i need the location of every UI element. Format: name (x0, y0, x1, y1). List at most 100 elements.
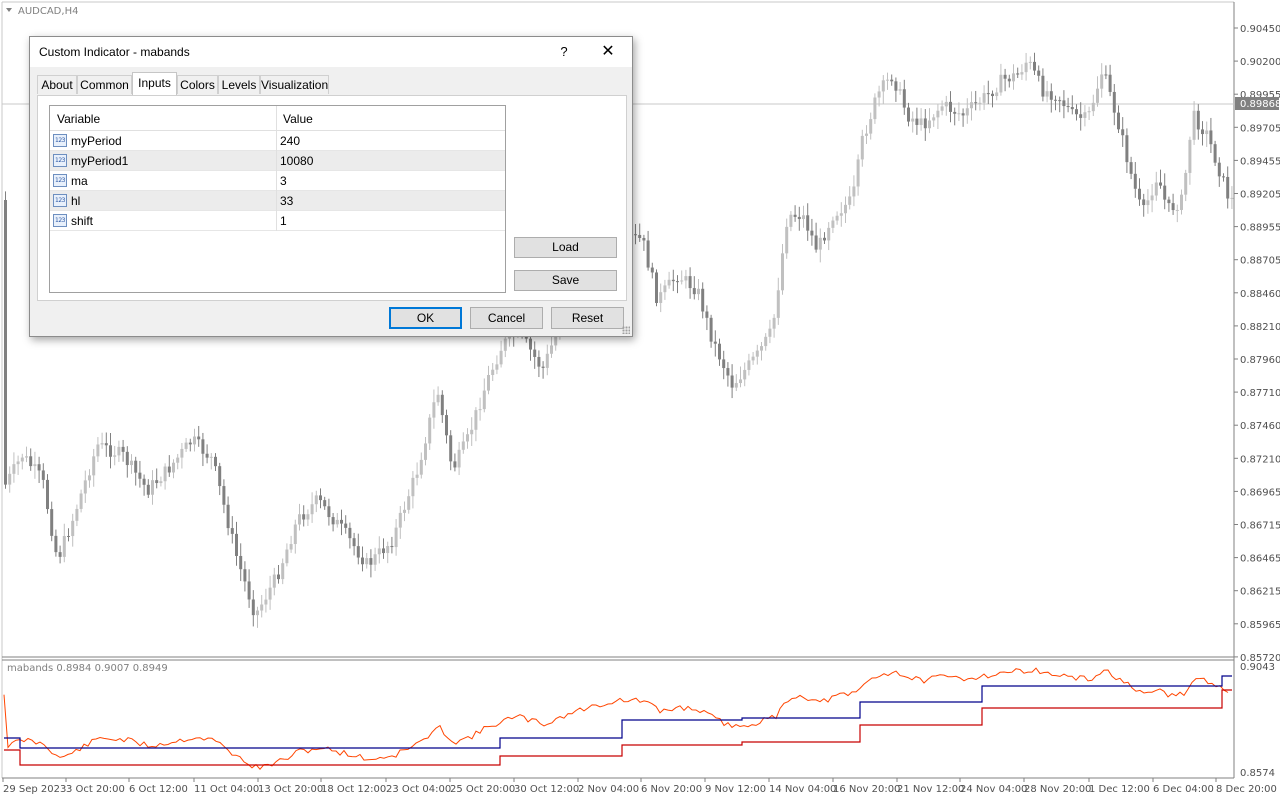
candle-body (298, 514, 301, 525)
candle-body (1020, 72, 1024, 75)
candle-body (688, 276, 692, 289)
input-row-shift[interactable]: 123 shift 1 (50, 211, 505, 231)
candle-body (1184, 172, 1188, 195)
candle-body (67, 535, 70, 537)
candle-body (965, 108, 969, 116)
resize-grip-icon[interactable] (622, 326, 630, 334)
candle-body (751, 356, 755, 361)
price-tick-label: 0.87960 (1240, 355, 1280, 366)
tab-inputs[interactable]: Inputs (132, 72, 177, 96)
candle-body (356, 546, 360, 558)
candle-body (659, 292, 663, 303)
tab-levels[interactable]: Levels (218, 75, 260, 94)
candle-body (172, 462, 175, 473)
candle-body (1024, 62, 1028, 73)
input-row-hl[interactable]: 123 hl 33 (50, 191, 505, 211)
candle-body (344, 523, 348, 528)
cancel-button[interactable]: Cancel (470, 307, 543, 329)
chart-menu-triangle-icon[interactable] (6, 8, 12, 12)
candle-body (100, 443, 104, 445)
candle-body (260, 604, 264, 611)
column-divider[interactable] (276, 106, 277, 130)
candle-body (1112, 91, 1116, 113)
candle-body (323, 500, 327, 507)
candle-body (529, 338, 532, 350)
price-tick-label: 0.88705 (1240, 256, 1280, 267)
indicator-bottom-tick: 0.8574 (1240, 768, 1275, 779)
indicator-lower-band (4, 689, 1232, 766)
candle-body (663, 285, 667, 293)
reset-button[interactable]: Reset (551, 307, 624, 329)
candle-body (789, 214, 793, 227)
inputs-grid[interactable]: Variable Value 123 myPeriod 240 123 myPe… (49, 105, 506, 293)
candle-body (839, 213, 843, 216)
column-value[interactable]: Value (283, 112, 313, 126)
candle-body (1117, 112, 1120, 130)
tab-common[interactable]: Common (77, 75, 132, 94)
variable-name: ma (71, 174, 88, 188)
time-tick-label: 6 Oct 12:00 (129, 784, 188, 795)
candle-body (541, 366, 545, 368)
value-cell[interactable]: 10080 (280, 154, 313, 168)
candle-body (218, 466, 222, 487)
candle-body (894, 81, 898, 91)
candle-body (50, 509, 54, 536)
save-button[interactable]: Save (514, 270, 617, 291)
price-tick-label: 0.87710 (1240, 388, 1280, 399)
value-cell[interactable]: 240 (280, 134, 300, 148)
dialog-titlebar[interactable]: Custom Indicator - mabands ? ✕ (30, 37, 632, 67)
candle-body (310, 504, 314, 515)
value-cell[interactable]: 33 (280, 194, 293, 208)
value-cell[interactable]: 1 (280, 214, 287, 228)
candle-body (1217, 162, 1221, 177)
time-tick-label: 3 Oct 20:00 (66, 784, 125, 795)
candle-body (281, 563, 285, 580)
candle-body (709, 317, 713, 342)
candle-body (331, 517, 335, 525)
candle-body (949, 101, 952, 112)
candle-body (1175, 209, 1179, 211)
candle-body (768, 328, 772, 337)
time-tick-label: 9 Nov 12:00 (705, 784, 766, 795)
price-tick-label: 0.89705 (1240, 123, 1280, 134)
price-tick-label: 0.86465 (1240, 554, 1280, 565)
candle-body (466, 434, 469, 442)
candle-body (823, 237, 826, 241)
candle-body (684, 276, 688, 281)
candle-body (1213, 144, 1217, 163)
candle-body (1222, 176, 1225, 178)
load-button[interactable]: Load (514, 237, 617, 258)
column-variable[interactable]: Variable (57, 112, 100, 126)
help-icon[interactable]: ? (558, 40, 570, 64)
candle-body (348, 527, 352, 539)
input-row-myperiod[interactable]: 123 myPeriod 240 (50, 131, 505, 151)
candle-body (474, 410, 478, 430)
time-tick-label: 6 Nov 20:00 (641, 784, 702, 795)
time-tick-label: 30 Oct 12:00 (514, 784, 579, 795)
candle-body (638, 234, 642, 238)
tab-colors[interactable]: Colors (177, 75, 218, 94)
time-tick-label: 6 Dec 04:00 (1153, 784, 1214, 795)
candle-body (193, 436, 196, 445)
tab-about[interactable]: About (37, 75, 77, 94)
candle-body (1133, 173, 1137, 189)
value-cell[interactable]: 3 (280, 174, 287, 188)
candle-body (877, 91, 881, 98)
candle-body (718, 343, 721, 360)
candle-body (461, 441, 465, 450)
candle-body (936, 110, 940, 118)
ok-button[interactable]: OK (389, 307, 462, 329)
price-tick-label: 0.90450 (1240, 24, 1280, 35)
candle-body (869, 119, 873, 134)
candle-body (898, 89, 902, 91)
candle-body (75, 508, 79, 521)
candle-body (151, 480, 154, 495)
input-row-ma[interactable]: 123 ma 3 (50, 171, 505, 191)
close-icon[interactable]: ✕ (596, 40, 620, 64)
input-row-myperiod1[interactable]: 123 myPeriod1 10080 (50, 151, 505, 171)
candle-body (327, 506, 331, 518)
candle-body (734, 383, 738, 388)
tab-visualization[interactable]: Visualization (260, 75, 329, 94)
candle-body (243, 569, 247, 582)
candle-body (373, 554, 377, 565)
